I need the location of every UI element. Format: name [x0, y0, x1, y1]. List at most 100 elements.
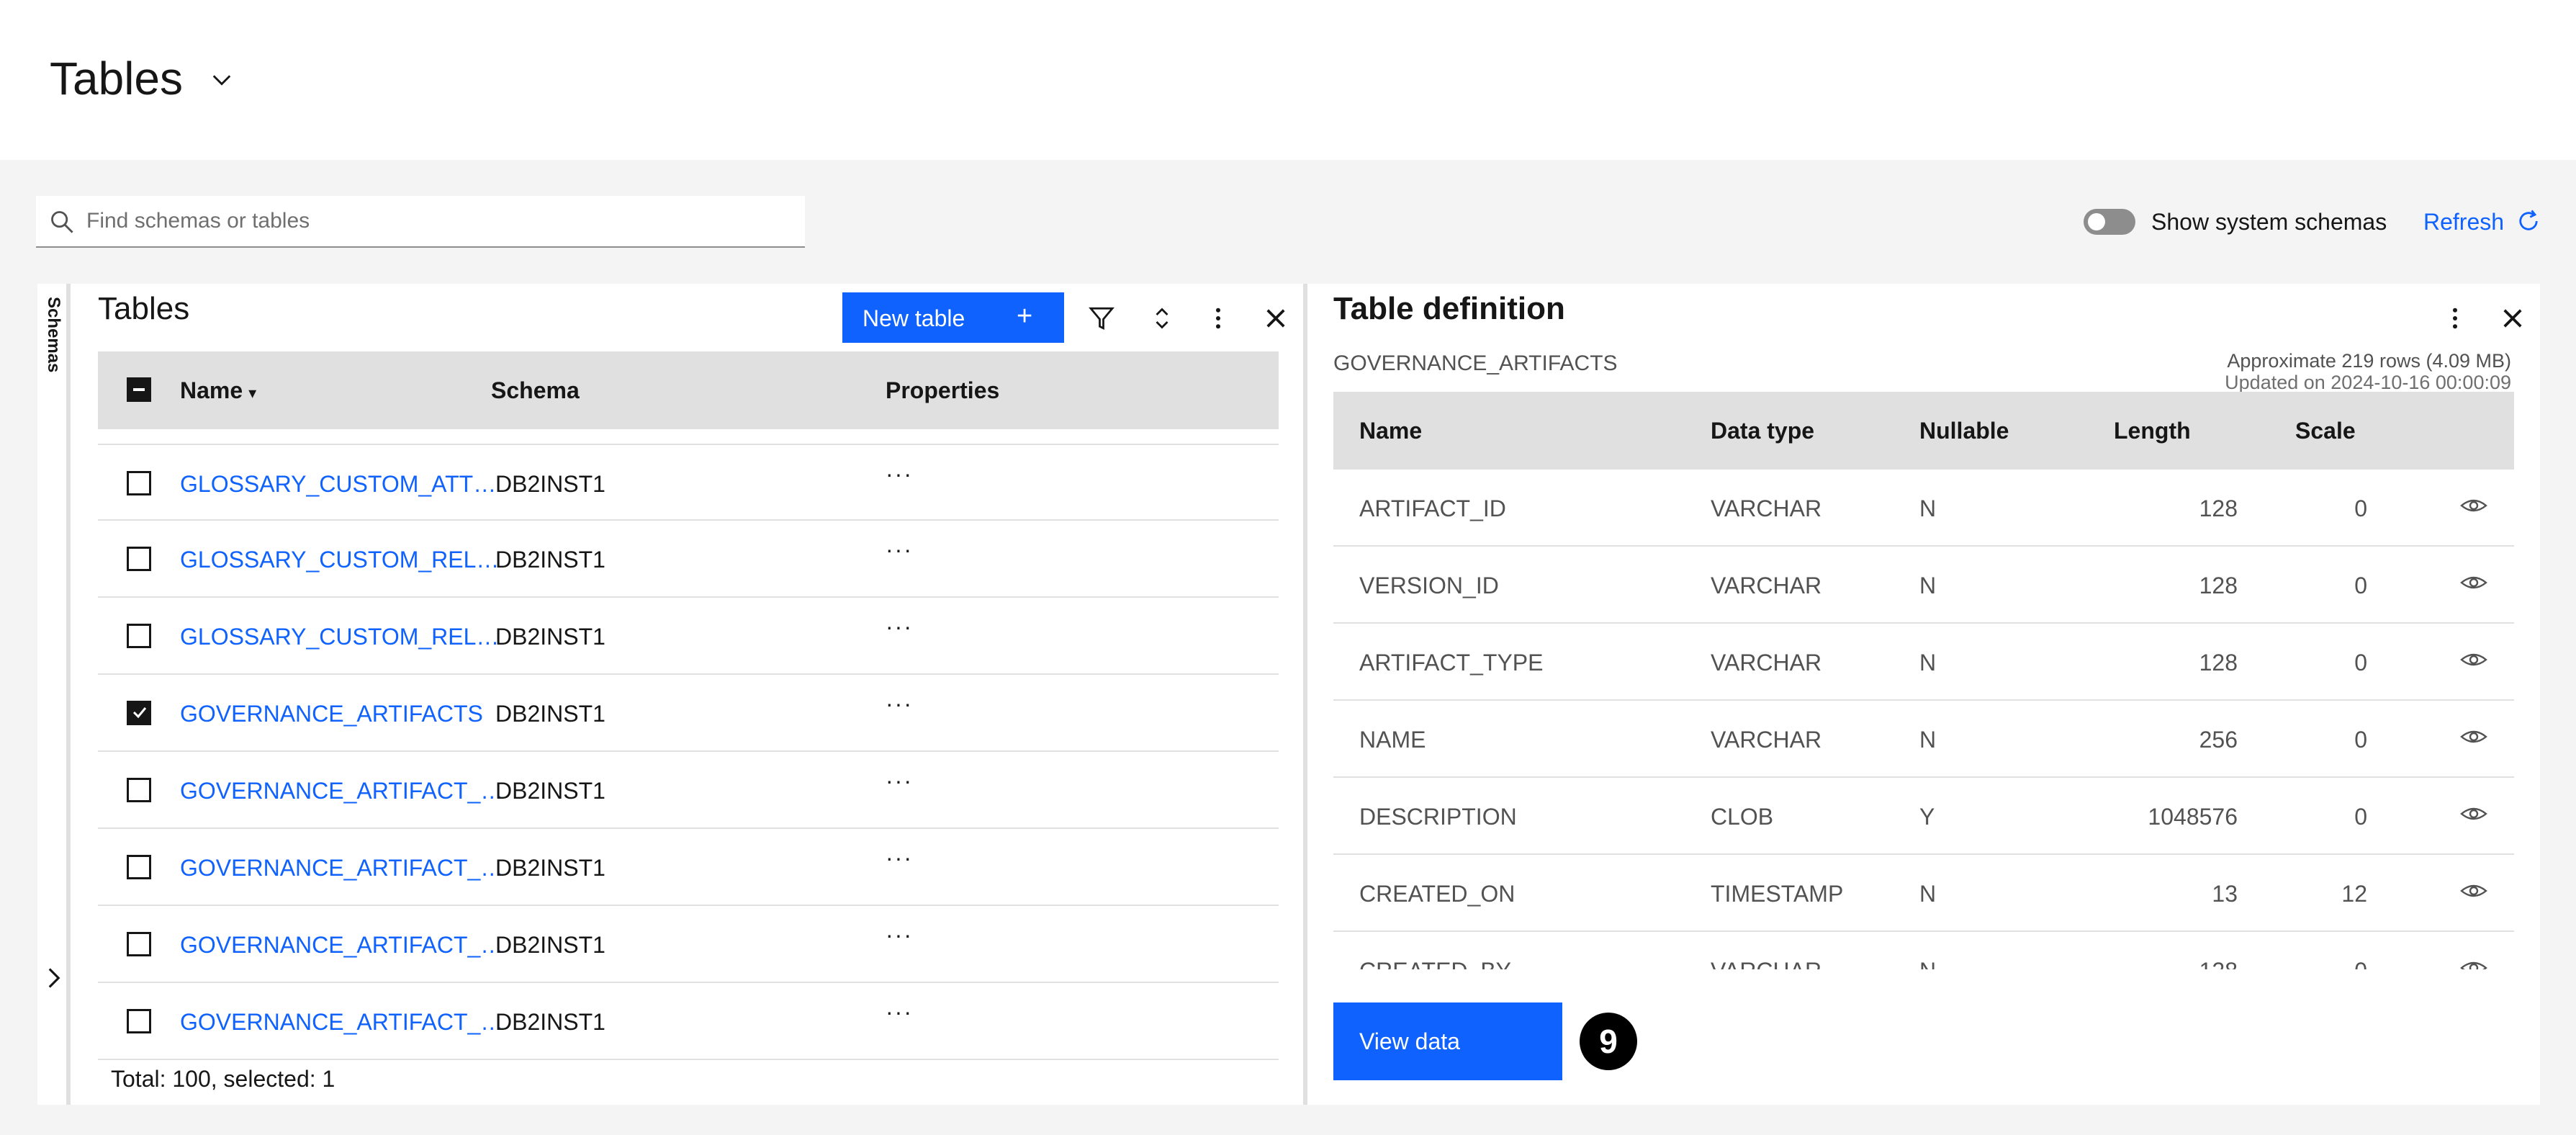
column-row: VERSION_ID VARCHAR N 128 0: [1333, 547, 2514, 624]
expand-collapse-icon[interactable]: [1148, 304, 1176, 333]
column-row: ARTIFACT_TYPE VARCHAR N 128 0: [1333, 624, 2514, 701]
column-header-scale: Scale: [2295, 418, 2356, 444]
table-row[interactable]: GLOSSARY_CUSTOM_RELAT... DB2INST1 ···: [98, 598, 1279, 675]
overflow-menu-icon[interactable]: [1204, 304, 1233, 333]
tables-table-header: Name ▾ Schema Properties: [98, 351, 1279, 429]
properties-overflow-icon[interactable]: ···: [886, 999, 913, 1026]
table-name-link[interactable]: GLOSSARY_CUSTOM_RELAT...: [180, 624, 513, 650]
properties-overflow-icon[interactable]: ···: [886, 768, 913, 794]
close-icon[interactable]: [1261, 304, 1290, 333]
search-icon: [51, 211, 73, 233]
row-checkbox[interactable]: [127, 1009, 151, 1033]
column-length: 128: [2199, 650, 2238, 676]
filter-icon[interactable]: [1087, 304, 1116, 333]
new-table-button[interactable]: New table +: [842, 292, 1064, 343]
row-checkbox[interactable]: [127, 471, 151, 495]
table-row[interactable]: GLOSSARY_CUSTOM_ATTR_... DB2INST1 ···: [98, 444, 1279, 521]
search-box: [36, 196, 805, 248]
column-header-nullable: Nullable: [1919, 418, 2009, 444]
table-name-link[interactable]: GLOSSARY_CUSTOM_RELAT...: [180, 547, 513, 573]
eye-icon[interactable]: [2459, 802, 2488, 825]
eye-icon[interactable]: [2459, 956, 2488, 969]
column-length: 128: [2199, 495, 2238, 521]
chevron-down-icon[interactable]: [209, 67, 235, 93]
column-header-schema: Schema: [491, 377, 580, 403]
new-table-label: New table: [863, 305, 965, 331]
column-name: ARTIFACT_ID: [1359, 495, 1506, 521]
table-row[interactable]: GOVERNANCE_ARTIFACTS DB2INST1 ···: [98, 675, 1279, 752]
table-name-link[interactable]: GOVERNANCE_ARTIFACTS: [180, 701, 513, 727]
indeterminate-bar: [133, 388, 145, 391]
approx-rows: Approximate 219 rows (4.09 MB): [2227, 350, 2511, 372]
column-scale: 0: [2354, 573, 2367, 598]
plus-icon: +: [1017, 301, 1033, 331]
refresh-link[interactable]: Refresh: [2423, 209, 2504, 235]
definition-panel-title: Table definition: [1333, 291, 1565, 326]
column-data-type: VARCHAR: [1711, 727, 1822, 753]
table-name-link[interactable]: GLOSSARY_CUSTOM_ATTR_...: [180, 471, 513, 498]
row-checkbox[interactable]: [127, 547, 151, 571]
tables-panel-title: Tables: [98, 291, 190, 326]
row-checkbox[interactable]: [127, 778, 151, 802]
table-row[interactable]: GOVERNANCE_ARTIFACT_C... DB2INST1 ···: [98, 906, 1279, 983]
tables-list: GLOSSARY_CUSTOM_ATTR_... DB2INST1 ··· GLOS…: [98, 444, 1279, 1060]
schemas-rail[interactable]: Schemas: [37, 284, 71, 1105]
column-nullable: N: [1919, 650, 1937, 676]
eye-icon[interactable]: [2459, 725, 2488, 748]
table-name-link[interactable]: GOVERNANCE_ARTIFACT_C...: [180, 855, 513, 881]
column-header-data-type: Data type: [1711, 418, 1815, 444]
column-name: CREATED_BY: [1359, 958, 1511, 969]
row-checkbox[interactable]: [127, 855, 151, 879]
column-length: 256: [2199, 727, 2238, 753]
column-scale: 0: [2354, 495, 2367, 521]
view-data-button[interactable]: View data: [1333, 1002, 1562, 1080]
search-input[interactable]: [86, 196, 792, 246]
table-row[interactable]: GLOSSARY_CUSTOM_RELAT... DB2INST1 ···: [98, 521, 1279, 598]
table-schema: DB2INST1: [495, 1009, 605, 1035]
row-checkbox[interactable]: [127, 932, 151, 956]
column-header-name[interactable]: Name ▾: [180, 377, 256, 404]
tables-panel: Tables New table + Name ▾ Schema Properti…: [71, 284, 1303, 1105]
properties-overflow-icon[interactable]: ···: [886, 614, 913, 640]
show-system-schemas-toggle[interactable]: [2084, 209, 2135, 235]
column-scale: 12: [2341, 881, 2367, 907]
column-row: DESCRIPTION CLOB Y 1048576 0: [1333, 778, 2514, 855]
definition-table: Name Data type Nullable Length Scale ART…: [1333, 392, 2514, 969]
refresh-icon[interactable]: [2516, 208, 2541, 234]
close-icon[interactable]: [2498, 304, 2527, 333]
column-data-type: VARCHAR: [1711, 650, 1822, 676]
table-schema: DB2INST1: [495, 624, 605, 650]
column-row: CREATED_ON TIMESTAMP N 13 12: [1333, 855, 2514, 932]
column-nullable: N: [1919, 958, 1936, 969]
column-length: 128: [2199, 573, 2238, 598]
table-schema: DB2INST1: [495, 471, 605, 497]
table-name-link[interactable]: GOVERNANCE_ARTIFACT_A...: [180, 778, 513, 804]
eye-icon[interactable]: [2459, 494, 2488, 517]
table-row[interactable]: GOVERNANCE_ARTIFACT_A... DB2INST1 ···: [98, 752, 1279, 829]
table-name-link[interactable]: GOVERNANCE_ARTIFACT_S...: [180, 1009, 513, 1036]
chevron-right-icon[interactable]: [43, 964, 65, 992]
row-checkbox-checked[interactable]: [127, 701, 151, 725]
column-row: ARTIFACT_ID VARCHAR N 128 0: [1333, 470, 2514, 547]
column-row: NAME VARCHAR N 256 0: [1333, 701, 2514, 778]
table-schema: DB2INST1: [495, 701, 605, 727]
column-length: 1048576: [2148, 804, 2238, 830]
table-row[interactable]: GOVERNANCE_ARTIFACT_C... DB2INST1 ···: [98, 829, 1279, 906]
select-all-checkbox[interactable]: [127, 377, 151, 402]
table-name-link[interactable]: GOVERNANCE_ARTIFACT_C...: [180, 932, 513, 959]
properties-overflow-icon[interactable]: ···: [886, 922, 913, 948]
overflow-menu-icon[interactable]: [2441, 304, 2469, 333]
row-checkbox[interactable]: [127, 624, 151, 648]
definition-table-header: Name Data type Nullable Length Scale: [1333, 392, 2514, 470]
properties-overflow-icon[interactable]: ···: [886, 537, 913, 563]
eye-icon[interactable]: [2459, 648, 2488, 671]
column-length: 128: [2125, 958, 2238, 969]
column-name: NAME: [1359, 727, 1426, 753]
eye-icon[interactable]: [2459, 879, 2488, 902]
table-row[interactable]: GOVERNANCE_ARTIFACT_S... DB2INST1 ···: [98, 983, 1279, 1060]
eye-icon[interactable]: [2459, 571, 2488, 594]
properties-overflow-icon[interactable]: ···: [886, 845, 913, 871]
properties-overflow-icon[interactable]: ···: [886, 691, 913, 717]
column-header-name: Name: [1359, 418, 1423, 444]
properties-overflow-icon[interactable]: ···: [886, 461, 913, 488]
